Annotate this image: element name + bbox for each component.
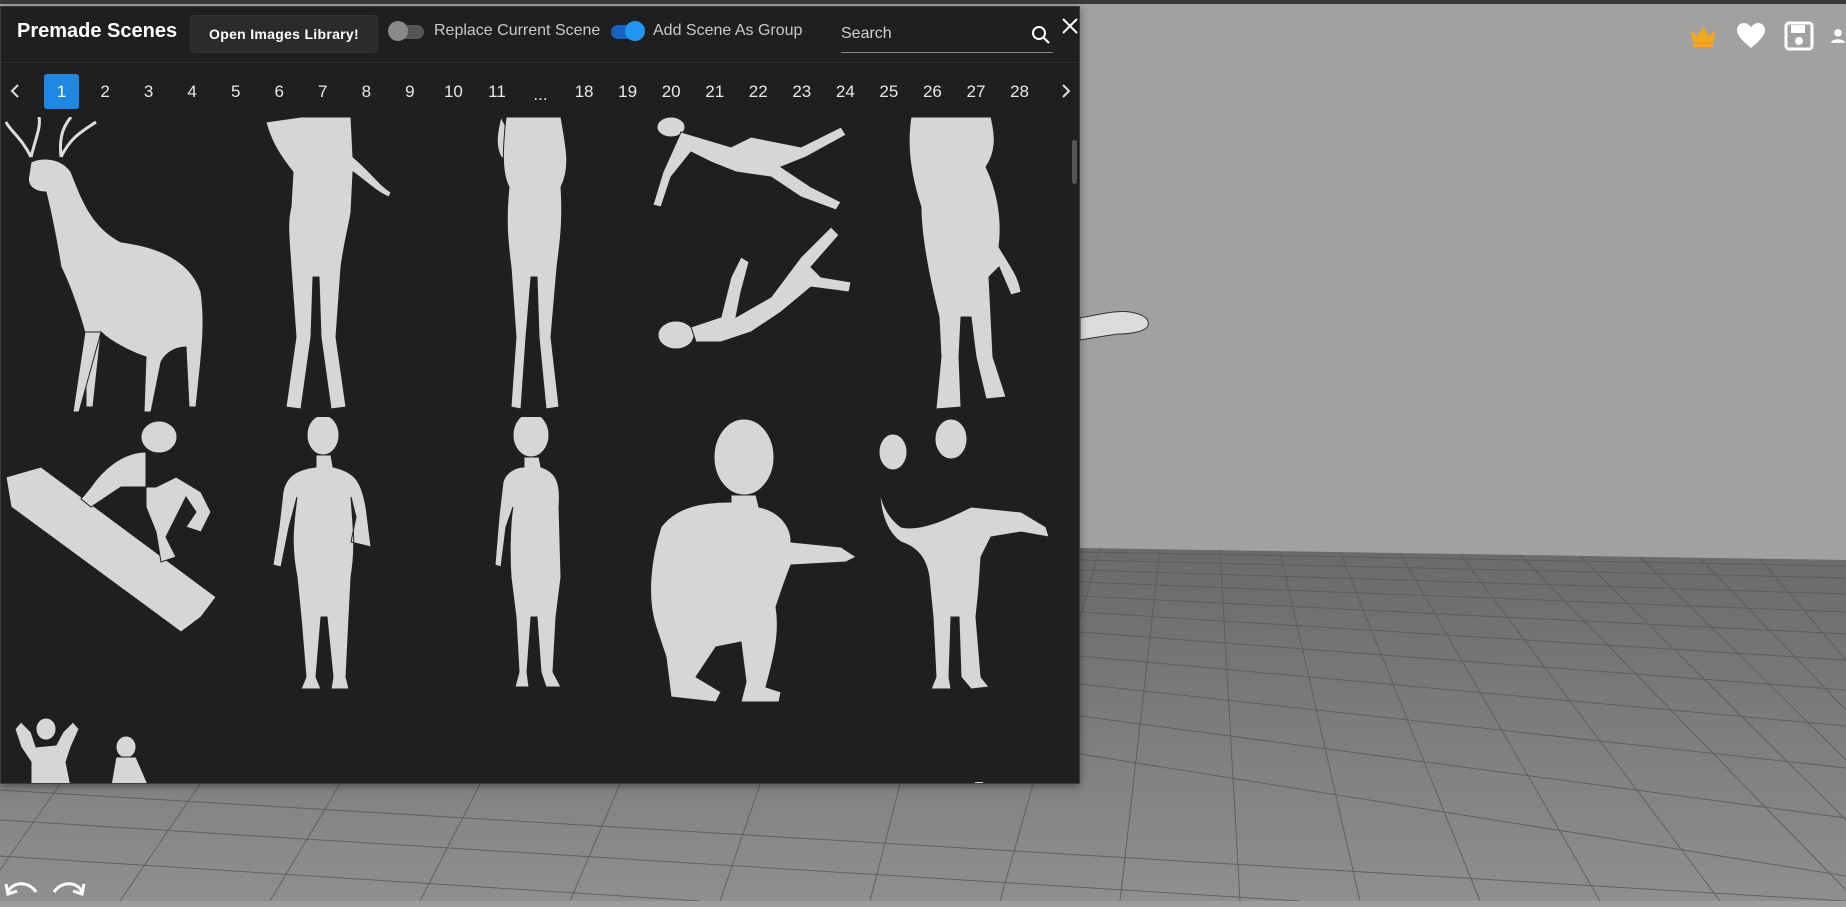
- page-5-button[interactable]: 5: [218, 74, 253, 109]
- page-23-button[interactable]: 23: [784, 74, 819, 109]
- user-icon[interactable]: [1830, 19, 1846, 53]
- replace-scene-toggle[interactable]: Replace Current Scene: [388, 21, 600, 41]
- monkey-figure: [5, 420, 217, 633]
- crown-icon[interactable]: [1686, 19, 1720, 53]
- undo-redo-group: [4, 878, 86, 907]
- redo-icon[interactable]: [50, 878, 86, 907]
- scene-thumb-falling-mannequins[interactable]: [641, 117, 871, 377]
- scene-thumb-gym-weights[interactable]: [861, 779, 1069, 783]
- chevron-right-icon[interactable]: [1054, 79, 1078, 103]
- scene-thumb-female-arms-crossed[interactable]: [491, 412, 601, 717]
- page-21-button[interactable]: 21: [697, 74, 732, 109]
- deer-figure: [4, 117, 204, 413]
- undo-icon[interactable]: [4, 878, 40, 907]
- page-8-button[interactable]: 8: [349, 74, 384, 109]
- open-images-library-button[interactable]: Open Images Library!: [190, 15, 378, 53]
- page-3-button[interactable]: 3: [131, 74, 166, 109]
- page-10-button[interactable]: 10: [436, 74, 471, 109]
- pagination: 1 2 3 4 5 6 7 8 9 10 11... 18 19 20 21 22 23 24 25 26 27 28: [1, 71, 1079, 115]
- search-box: [841, 19, 1053, 53]
- kneeling-figure: [650, 418, 857, 703]
- female-hip-figure: [272, 414, 372, 690]
- save-icon[interactable]: [1782, 19, 1816, 53]
- panel-title: Premade Scenes: [17, 20, 178, 42]
- add-as-group-switch[interactable]: [607, 21, 645, 41]
- right-toolbar: [1686, 18, 1846, 54]
- scene-thumb-couple-carry[interactable]: [871, 417, 1069, 697]
- replace-scene-label: Replace Current Scene: [434, 22, 601, 39]
- add-as-group-toggle[interactable]: Add Scene As Group: [607, 21, 802, 41]
- replace-scene-switch[interactable]: [388, 21, 426, 41]
- scene-thumb-kneeling-pointing[interactable]: [641, 417, 861, 717]
- gym-weights-figure: [973, 779, 985, 783]
- female-arms-crossed-figure: [494, 412, 562, 688]
- add-as-group-label: Add Scene As Group: [653, 22, 803, 39]
- scene-thumb-couple-lift[interactable]: [881, 117, 1069, 417]
- male-figure: [265, 117, 392, 410]
- scene-grid: [1, 117, 1069, 783]
- page-9-button[interactable]: 9: [392, 74, 427, 109]
- page-18-button[interactable]: 18: [567, 74, 602, 109]
- top-border: [0, 0, 1846, 4]
- page-6-button[interactable]: 6: [262, 74, 297, 109]
- page-11-button[interactable]: 11: [479, 74, 514, 109]
- scene-thumb-female-hand-on-hip[interactable]: [261, 414, 391, 717]
- page-2-button[interactable]: 2: [88, 74, 123, 109]
- heart-icon[interactable]: [1734, 19, 1768, 53]
- scene-thumb-female-standing-slim[interactable]: [481, 117, 601, 417]
- page-27-button[interactable]: 27: [958, 74, 993, 109]
- page-4-button[interactable]: 4: [175, 74, 210, 109]
- header-divider: [1, 62, 1079, 63]
- chevron-left-icon[interactable]: [3, 79, 27, 103]
- page-list: 1 2 3 4 5 6 7 8 9 10 11... 18 19 20 21 22 23 24 25 26 27 28: [44, 74, 1046, 109]
- page-1-button[interactable]: 1: [44, 74, 79, 109]
- page-24-button[interactable]: 24: [828, 74, 863, 109]
- falling-figures: [652, 117, 852, 350]
- page-25-button[interactable]: 25: [871, 74, 906, 109]
- search-icon[interactable]: [1031, 25, 1051, 50]
- female-figure: [496, 117, 568, 410]
- scene-thumb-male-standing[interactable]: [241, 117, 411, 417]
- page-20-button[interactable]: 20: [654, 74, 689, 109]
- panel-header: Premade Scenes Open Images Library! Repl…: [1, 7, 1079, 57]
- page-7-button[interactable]: 7: [305, 74, 340, 109]
- couple-lift-figure: [908, 117, 1022, 410]
- scrollbar-thumb[interactable]: [1072, 140, 1077, 184]
- page-28-button[interactable]: 28: [1002, 74, 1037, 109]
- scene-thumb-deer[interactable]: [1, 117, 231, 417]
- premade-scenes-panel: Premade Scenes Open Images Library! Repl…: [0, 6, 1080, 784]
- page-ellipsis: ...: [533, 85, 548, 104]
- scene-thumb-bodybuilder-and-lunge[interactable]: [1, 717, 231, 783]
- couple-carry-figure: [878, 418, 1050, 690]
- search-input[interactable]: [841, 19, 1021, 49]
- page-19-button[interactable]: 19: [610, 74, 645, 109]
- bodybuilder-figures: [14, 717, 148, 783]
- scene-thumb-monkey-on-log[interactable]: [1, 417, 231, 637]
- page-26-button[interactable]: 26: [915, 74, 950, 109]
- close-icon[interactable]: [1059, 15, 1079, 37]
- page-22-button[interactable]: 22: [741, 74, 776, 109]
